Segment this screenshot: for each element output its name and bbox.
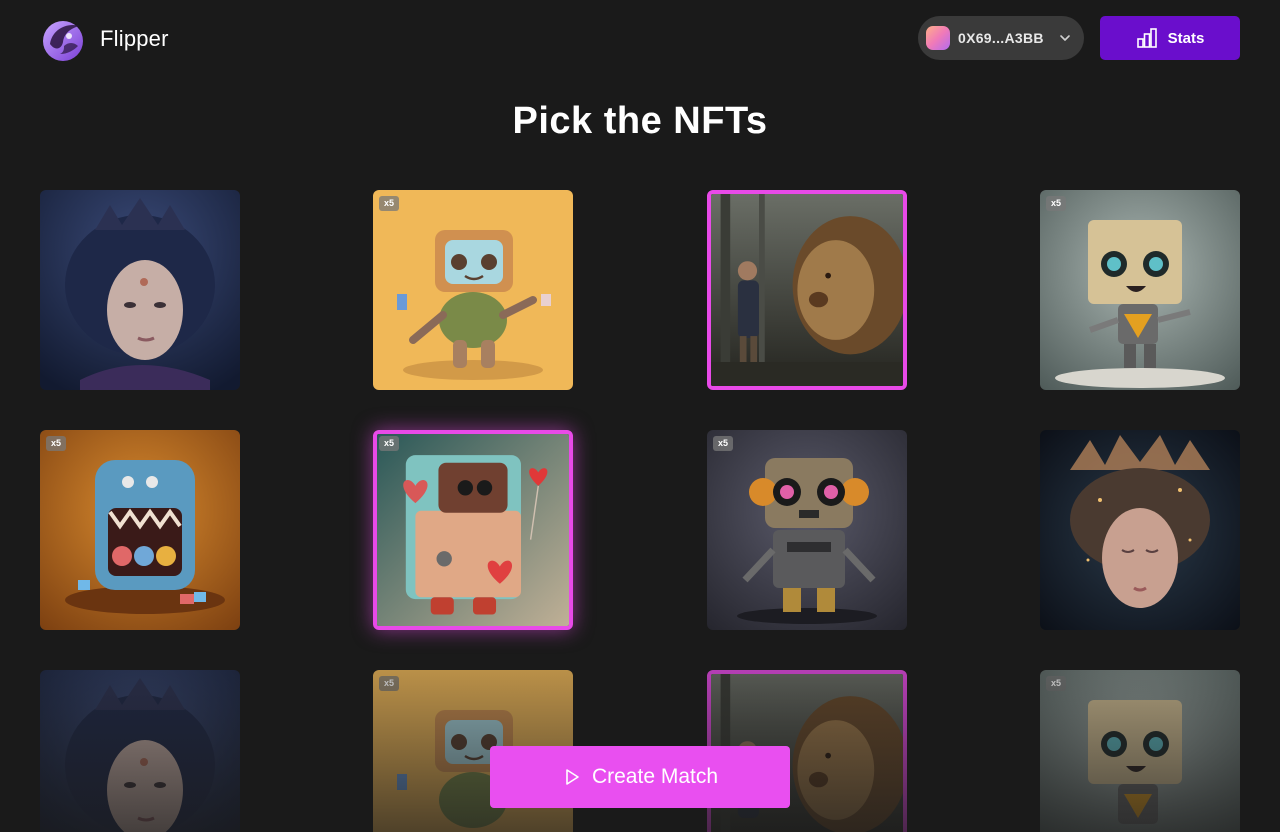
create-match-button[interactable]: Create Match: [490, 746, 790, 808]
quantity-badge: x5: [1046, 196, 1066, 211]
nft-tile-box-robot-2[interactable]: x5: [1040, 670, 1240, 832]
brand-name: Flipper: [100, 26, 169, 51]
wallet-selector[interactable]: 0X69...A3BB: [918, 16, 1084, 60]
nft-tile-headphone-robot[interactable]: x5: [707, 430, 907, 630]
nft-image: [711, 194, 903, 386]
nft-image: [40, 190, 240, 390]
quantity-badge: x5: [713, 436, 733, 451]
bar-chart-icon: [1136, 28, 1157, 48]
quantity-badge: x5: [46, 436, 66, 451]
nft-tile-queen-portrait-2[interactable]: [40, 670, 240, 832]
nft-image: [377, 434, 569, 626]
nft-image: [1040, 430, 1240, 630]
nft-image: [1040, 670, 1240, 832]
wallet-avatar: [926, 26, 950, 50]
create-match-label: Create Match: [591, 765, 719, 788]
nft-tile-queen-portrait[interactable]: [40, 190, 240, 390]
brand-logo[interactable]: Flipper: [40, 16, 169, 62]
nft-image: [707, 430, 907, 630]
quantity-badge: x5: [379, 676, 399, 691]
nft-tile-heart-robot[interactable]: x5: [373, 430, 573, 630]
nft-tile-yellow-robot[interactable]: x5: [373, 190, 573, 390]
quantity-badge: x5: [379, 196, 399, 211]
nft-tile-box-robot[interactable]: x5: [1040, 190, 1240, 390]
nft-image: [40, 430, 240, 630]
stats-label: Stats: [1167, 29, 1205, 47]
chevron-down-icon: [1059, 35, 1070, 41]
nft-tile-blue-monster-machine[interactable]: x5: [40, 430, 240, 630]
flipper-logo-icon: [43, 21, 83, 61]
nft-image: [373, 190, 573, 390]
stats-button[interactable]: Stats: [1100, 16, 1240, 60]
nft-image: [1040, 190, 1240, 390]
nft-tile-crowned-girl[interactable]: [1040, 430, 1240, 630]
app-page: Flipper 0X69...A3BB Stats Pick the NFTs: [0, 0, 1280, 832]
page-title: Pick the NFTs: [512, 100, 768, 142]
nft-tile-lion-and-boy[interactable]: [707, 190, 907, 390]
nft-image: [40, 670, 240, 832]
quantity-badge: x5: [1046, 676, 1066, 691]
play-icon: [566, 769, 579, 785]
quantity-badge: x5: [379, 436, 399, 451]
wallet-address: 0X69...A3BB: [958, 30, 1044, 46]
